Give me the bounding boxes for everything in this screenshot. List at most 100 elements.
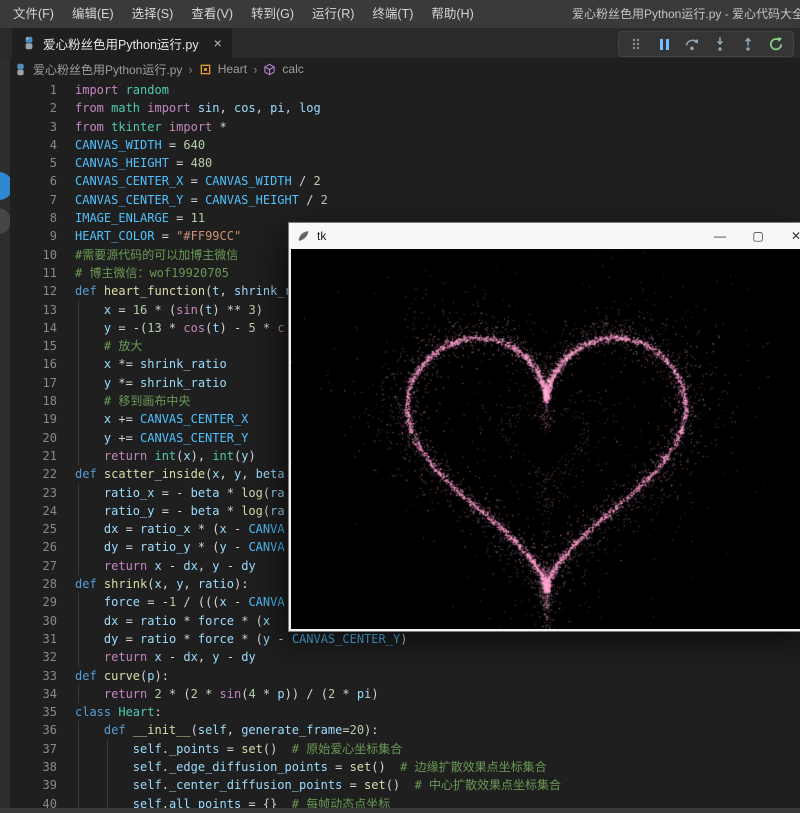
step-over-icon[interactable] <box>684 36 700 52</box>
indent-guide <box>78 648 79 666</box>
maximize-button[interactable]: ▢ <box>741 223 775 249</box>
restart-icon[interactable] <box>768 36 784 52</box>
menu-items: 文件(F)编辑(E)选择(S)查看(V)转到(G)运行(R)终端(T)帮助(H) <box>4 0 483 28</box>
indent-guide <box>78 319 79 337</box>
indent-guide <box>78 429 79 447</box>
indent-guide <box>107 758 108 776</box>
indent-guide <box>78 337 79 355</box>
code-text: self._points = set() # 原始爱心坐标集合 <box>75 740 402 758</box>
code-text: def scatter_inside(x, y, beta <box>75 465 285 483</box>
breadcrumb-separator: › <box>188 62 192 77</box>
menu-bar: 文件(F)编辑(E)选择(S)查看(V)转到(G)运行(R)终端(T)帮助(H)… <box>0 0 800 28</box>
grip-icon[interactable] <box>628 36 644 52</box>
code-text: self._edge_diffusion_points = set() # 边缘… <box>75 758 547 776</box>
code-text: def heart_function(t, shrink_ra <box>75 282 299 300</box>
indent-guide <box>78 758 79 776</box>
tk-feather-icon <box>297 230 310 243</box>
code-text: dy = ratio_y * (y - CANVA <box>75 538 285 556</box>
tab-close-icon[interactable]: × <box>214 36 222 50</box>
code-text: from tkinter import * <box>75 118 227 136</box>
tk-canvas-area <box>291 249 800 629</box>
code-text: x += CANVAS_CENTER_X <box>75 410 248 428</box>
code-text: def __init__(self, generate_frame=20): <box>75 721 379 739</box>
indent-guide <box>78 410 79 428</box>
code-text: return 2 * (2 * sin(4 * p)) / (2 * pi) <box>75 685 379 703</box>
indent-guide <box>78 557 79 575</box>
debug-badge-icon[interactable] <box>0 172 10 200</box>
code-line[interactable]: 6CANVAS_CENTER_X = CANVAS_WIDTH / 2 <box>0 172 800 190</box>
code-text: dy = ratio * force * (y - CANVAS_CENTER_… <box>75 630 407 648</box>
code-text: self._center_diffusion_points = set() # … <box>75 776 561 794</box>
breadcrumb-method[interactable]: calc <box>282 62 303 76</box>
menu-item[interactable]: 选择(S) <box>123 0 183 28</box>
indent-guide <box>78 301 79 319</box>
code-line[interactable]: 2from math import sin, cos, pi, log <box>0 99 800 117</box>
code-text: CANVAS_CENTER_Y = CANVAS_HEIGHT / 2 <box>75 191 328 209</box>
step-into-icon[interactable] <box>712 36 728 52</box>
code-text: ratio_x = - beta * log(ra <box>75 484 285 502</box>
code-text: #需要源代码的可以加博主微信 <box>75 246 238 264</box>
code-text: IMAGE_ENLARGE = 11 <box>75 209 205 227</box>
breadcrumb: 爱心粉丝色用Python运行.py › Heart › calc <box>0 58 800 80</box>
indent-guide <box>78 538 79 556</box>
menu-item[interactable]: 运行(R) <box>303 0 363 28</box>
code-line[interactable]: 35class Heart: <box>0 703 800 721</box>
method-symbol-icon <box>263 63 276 76</box>
code-line[interactable]: 31 dy = ratio * force * (y - CANVAS_CENT… <box>0 630 800 648</box>
indent-guide <box>78 776 79 794</box>
tk-window: tk — ▢ ✕ <box>288 222 800 632</box>
code-text: from math import sin, cos, pi, log <box>75 99 321 117</box>
code-line[interactable]: 38 self._edge_diffusion_points = set() #… <box>0 758 800 776</box>
code-text: dx = ratio_x * (x - CANVA <box>75 520 285 538</box>
tab-active-file[interactable]: 爱心粉丝色用Python运行.py × <box>12 28 232 58</box>
code-line[interactable]: 37 self._points = set() # 原始爱心坐标集合 <box>0 740 800 758</box>
minimize-button[interactable]: — <box>703 223 737 249</box>
indent-guide <box>78 392 79 410</box>
indent-guide <box>78 520 79 538</box>
menu-item[interactable]: 编辑(E) <box>63 0 123 28</box>
indent-guide <box>78 447 79 465</box>
code-text: dx = ratio * force * (x <box>75 612 270 630</box>
indent-guide <box>78 740 79 758</box>
menu-item[interactable]: 文件(F) <box>4 0 63 28</box>
close-button[interactable]: ✕ <box>779 223 800 249</box>
code-text: # 移到画布中央 <box>75 392 190 410</box>
menu-item[interactable]: 转到(G) <box>242 0 303 28</box>
indent-guide <box>78 374 79 392</box>
code-line[interactable]: 39 self._center_diffusion_points = set()… <box>0 776 800 794</box>
code-text: import random <box>75 81 169 99</box>
code-line[interactable]: 33def curve(p): <box>0 667 800 685</box>
status-bar-sliver <box>0 808 800 813</box>
code-text: class Heart: <box>75 703 162 721</box>
menu-item[interactable]: 帮助(H) <box>422 0 482 28</box>
tk-titlebar[interactable]: tk — ▢ ✕ <box>289 223 800 249</box>
breadcrumb-class[interactable]: Heart <box>218 62 247 76</box>
code-text: y += CANVAS_CENTER_Y <box>75 429 248 447</box>
code-text: HEART_COLOR = "#FF99CC" <box>75 227 241 245</box>
indent-guide <box>78 612 79 630</box>
menu-item[interactable]: 查看(V) <box>182 0 242 28</box>
python-icon <box>14 63 27 76</box>
indent-guide <box>78 630 79 648</box>
indent-guide <box>78 484 79 502</box>
code-line[interactable]: 4CANVAS_WIDTH = 640 <box>0 136 800 154</box>
code-text: y *= shrink_ratio <box>75 374 227 392</box>
breadcrumb-file[interactable]: 爱心粉丝色用Python运行.py <box>33 61 182 78</box>
code-line[interactable]: 3from tkinter import * <box>0 118 800 136</box>
code-line[interactable]: 34 return 2 * (2 * sin(4 * p)) / (2 * pi… <box>0 685 800 703</box>
step-out-icon[interactable] <box>740 36 756 52</box>
code-line[interactable]: 36 def __init__(self, generate_frame=20)… <box>0 721 800 739</box>
code-text: force = -1 / (((x - CANVA <box>75 593 285 611</box>
pause-icon[interactable] <box>656 36 672 52</box>
code-line[interactable]: 7CANVAS_CENTER_Y = CANVAS_HEIGHT / 2 <box>0 191 800 209</box>
class-symbol-icon <box>199 63 212 76</box>
heart-scatter-canvas <box>291 249 800 629</box>
code-text: CANVAS_CENTER_X = CANVAS_WIDTH / 2 <box>75 172 321 190</box>
code-line[interactable]: 1import random <box>0 81 800 99</box>
tab-label: 爱心粉丝色用Python运行.py <box>43 34 199 53</box>
code-text: CANVAS_HEIGHT = 480 <box>75 154 212 172</box>
code-line[interactable]: 32 return x - dx, y - dy <box>0 648 800 666</box>
menu-item[interactable]: 终端(T) <box>363 0 422 28</box>
code-line[interactable]: 5CANVAS_HEIGHT = 480 <box>0 154 800 172</box>
window-title: 爱心粉丝色用Python运行.py - 爱心代码大全 - Vis <box>572 0 800 28</box>
